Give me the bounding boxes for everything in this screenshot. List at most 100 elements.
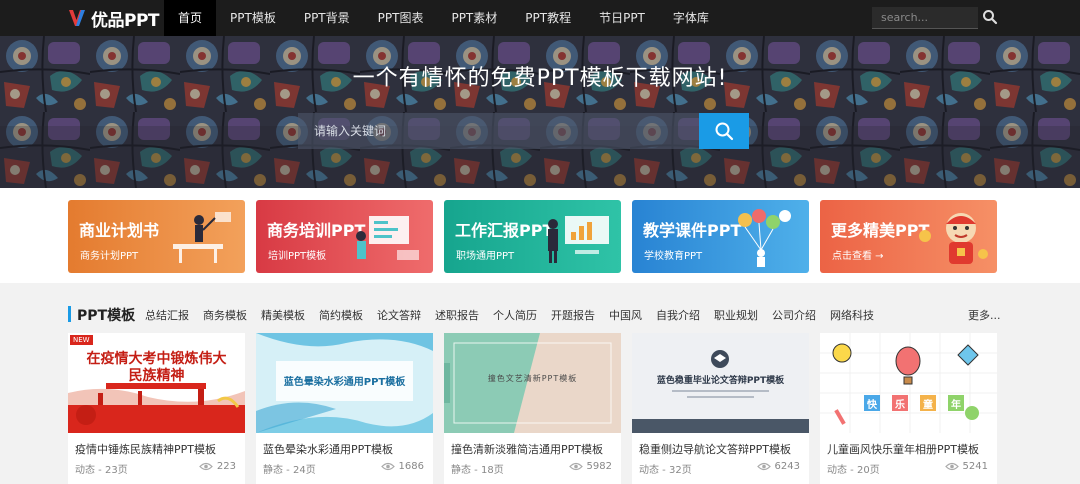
view-count: 6243 bbox=[756, 461, 800, 472]
search-icon bbox=[715, 122, 734, 141]
template-card[interactable]: 蓝色晕染水彩通用PPT模板 蓝色晕染水彩通用PPT模板 静态 - 24页 168… bbox=[256, 333, 433, 484]
search-icon[interactable] bbox=[982, 9, 998, 25]
hero-overlay bbox=[0, 36, 1080, 188]
view-count: 223 bbox=[199, 461, 236, 472]
view-count: 5982 bbox=[568, 461, 612, 472]
tag-self-intro[interactable]: 自我介绍 bbox=[656, 307, 700, 323]
category-banners: 商业计划书 商务计划PPT 商务培训PPT 培训PPT模板 工作汇报PPT 职场… bbox=[0, 188, 1080, 283]
category-subtitle: 点击查看 → bbox=[832, 251, 884, 262]
thumbnail-headline: 在疫情大考中锻炼伟大民族精神 bbox=[86, 351, 227, 384]
work-report-illustration bbox=[548, 216, 609, 263]
nav-search-input[interactable] bbox=[872, 7, 978, 29]
template-card[interactable]: 快 乐 童 年 儿童画风快乐童年相册PPT模板 动态 - 20页 5241 bbox=[820, 333, 997, 484]
business-training-illustration bbox=[356, 216, 419, 260]
teaching-courseware-illustration bbox=[738, 209, 791, 267]
category-teaching-courseware[interactable]: 教学课件PPT 学校教育PPT bbox=[632, 200, 809, 273]
category-business-training[interactable]: 商务培训PPT 培训PPT模板 bbox=[256, 200, 433, 273]
tag-company-intro[interactable]: 公司介绍 bbox=[772, 307, 816, 323]
nav-item-ppt-charts[interactable]: PPT图表 bbox=[364, 0, 438, 36]
tag-chinese-style[interactable]: 中国风 bbox=[609, 307, 642, 323]
template-meta: 动态 - 23页 bbox=[75, 465, 128, 476]
tag-resume[interactable]: 个人简历 bbox=[493, 307, 537, 323]
view-count: 5241 bbox=[944, 461, 988, 472]
template-thumbnail: 在疫情大考中锻炼伟大民族精神 NEW bbox=[68, 333, 245, 433]
thumb-char: 快 bbox=[867, 400, 877, 411]
template-card[interactable]: 撞色文艺清新PPT模板 撞色清新淡雅简洁通用PPT模板 静态 - 18页 598… bbox=[444, 333, 621, 484]
eye-icon bbox=[199, 462, 213, 471]
template-thumbnail: 撞色文艺清新PPT模板 bbox=[444, 333, 621, 433]
tag-work-report[interactable]: 述职报告 bbox=[435, 307, 479, 323]
view-count-value: 6243 bbox=[774, 461, 800, 472]
category-title: 商业计划书 bbox=[79, 221, 160, 240]
view-count-value: 5982 bbox=[586, 461, 612, 472]
category-business-plan[interactable]: 商业计划书 商务计划PPT bbox=[68, 200, 245, 273]
template-thumbnail: 蓝色稳重毕业论文答辩PPT模板 bbox=[632, 333, 809, 433]
template-name: 稳重侧边导航论文答辩PPT模板 bbox=[639, 443, 791, 456]
logo-text: 优品PPT bbox=[91, 10, 160, 31]
template-tag-list: 总结汇报 商务模板 精美模板 简约模板 论文答辩 述职报告 个人简历 开题报告 … bbox=[145, 307, 888, 323]
more-link[interactable]: 更多... bbox=[968, 307, 1001, 323]
eye-icon bbox=[568, 462, 583, 471]
tag-minimal[interactable]: 简约模板 bbox=[319, 307, 363, 323]
template-name: 疫情中锤炼民族精神PPT模板 bbox=[75, 443, 216, 456]
view-count-value: 1686 bbox=[398, 461, 424, 472]
category-subtitle: 学校教育PPT bbox=[644, 251, 703, 262]
template-thumbnail: 蓝色晕染水彩通用PPT模板 bbox=[256, 333, 433, 433]
hero-search-bar bbox=[298, 113, 750, 149]
view-count-value: 5241 bbox=[962, 461, 988, 472]
eye-icon bbox=[380, 462, 395, 471]
hero-banner: 一个有情怀的免费PPT模板下载网站! bbox=[0, 36, 1080, 188]
category-subtitle: 培训PPT模板 bbox=[268, 251, 327, 262]
category-work-report[interactable]: 工作汇报PPT 职场通用PPT bbox=[444, 200, 621, 273]
thumbnail-headline: 撞色文艺清新PPT模板 bbox=[487, 374, 578, 383]
template-card[interactable]: 在疫情大考中锻炼伟大民族精神 NEW 疫情中锤炼民族精神PPT模板 动态 - 2… bbox=[68, 333, 245, 484]
thumb-char: 童 bbox=[923, 400, 933, 411]
template-meta: 动态 - 20页 bbox=[827, 465, 880, 476]
section-accent-bar bbox=[68, 306, 71, 322]
hero-search-button[interactable] bbox=[699, 113, 749, 149]
eye-icon bbox=[756, 462, 771, 471]
eye-icon bbox=[944, 462, 959, 471]
thumbnail-headline: 蓝色稳重毕业论文答辩PPT模板 bbox=[656, 376, 785, 386]
category-subtitle: 职场通用PPT bbox=[456, 251, 515, 262]
template-name: 蓝色晕染水彩通用PPT模板 bbox=[263, 443, 393, 456]
category-more-ppt[interactable]: 更多精美PPT 点击查看 → bbox=[820, 200, 997, 273]
thumbnail-headline: 蓝色晕染水彩通用PPT模板 bbox=[283, 377, 406, 388]
site-logo[interactable]: 优品PPT bbox=[66, 6, 160, 31]
thumb-char: 乐 bbox=[895, 400, 905, 411]
tag-proposal[interactable]: 开题报告 bbox=[551, 307, 595, 323]
new-badge: NEW bbox=[70, 335, 93, 345]
template-meta: 动态 - 32页 bbox=[639, 465, 692, 476]
nav-item-holiday-ppt[interactable]: 节日PPT bbox=[585, 0, 659, 36]
nav-item-ppt-tutorials[interactable]: PPT教程 bbox=[511, 0, 585, 36]
logo-icon bbox=[69, 10, 85, 26]
tag-career-plan[interactable]: 职业规划 bbox=[714, 307, 758, 323]
thumb-char: 年 bbox=[951, 400, 961, 411]
nav-item-home[interactable]: 首页 bbox=[164, 0, 217, 36]
tag-business[interactable]: 商务模板 bbox=[203, 307, 247, 323]
tag-summary-report[interactable]: 总结汇报 bbox=[145, 307, 189, 323]
template-thumbnail: 快 乐 童 年 bbox=[820, 333, 997, 433]
view-count: 1686 bbox=[380, 461, 424, 472]
template-meta: 静态 - 18页 bbox=[451, 465, 504, 476]
template-card[interactable]: 蓝色稳重毕业论文答辩PPT模板 稳重侧边导航论文答辩PPT模板 动态 - 32页… bbox=[632, 333, 809, 484]
tag-tech[interactable]: 网络科技 bbox=[830, 307, 874, 323]
template-name: 儿童画风快乐童年相册PPT模板 bbox=[827, 443, 979, 456]
top-nav: 优品PPT 首页 PPT模板 PPT背景 PPT图表 PPT素材 PPT教程 节… bbox=[0, 0, 1080, 36]
view-count-value: 223 bbox=[216, 461, 236, 472]
hero-search-input[interactable] bbox=[298, 113, 700, 149]
mascot-illustration bbox=[919, 213, 988, 264]
nav-menu: 首页 PPT模板 PPT背景 PPT图表 PPT素材 PPT教程 节日PPT 字… bbox=[164, 0, 723, 36]
category-subtitle: 商务计划PPT bbox=[80, 251, 139, 262]
hero-title: 一个有情怀的免费PPT模板下载网站! bbox=[352, 66, 728, 91]
tag-thesis-defense[interactable]: 论文答辩 bbox=[377, 307, 421, 323]
nav-item-ppt-backgrounds[interactable]: PPT背景 bbox=[290, 0, 364, 36]
business-plan-illustration bbox=[173, 212, 231, 263]
nav-item-ppt-assets[interactable]: PPT素材 bbox=[437, 0, 511, 36]
nav-item-fonts[interactable]: 字体库 bbox=[659, 0, 723, 36]
template-meta: 静态 - 24页 bbox=[263, 465, 316, 476]
template-name: 撞色清新淡雅简洁通用PPT模板 bbox=[451, 443, 603, 456]
tag-exquisite[interactable]: 精美模板 bbox=[261, 307, 305, 323]
nav-item-ppt-templates[interactable]: PPT模板 bbox=[216, 0, 290, 36]
section-title: PPT模板 bbox=[77, 308, 136, 324]
